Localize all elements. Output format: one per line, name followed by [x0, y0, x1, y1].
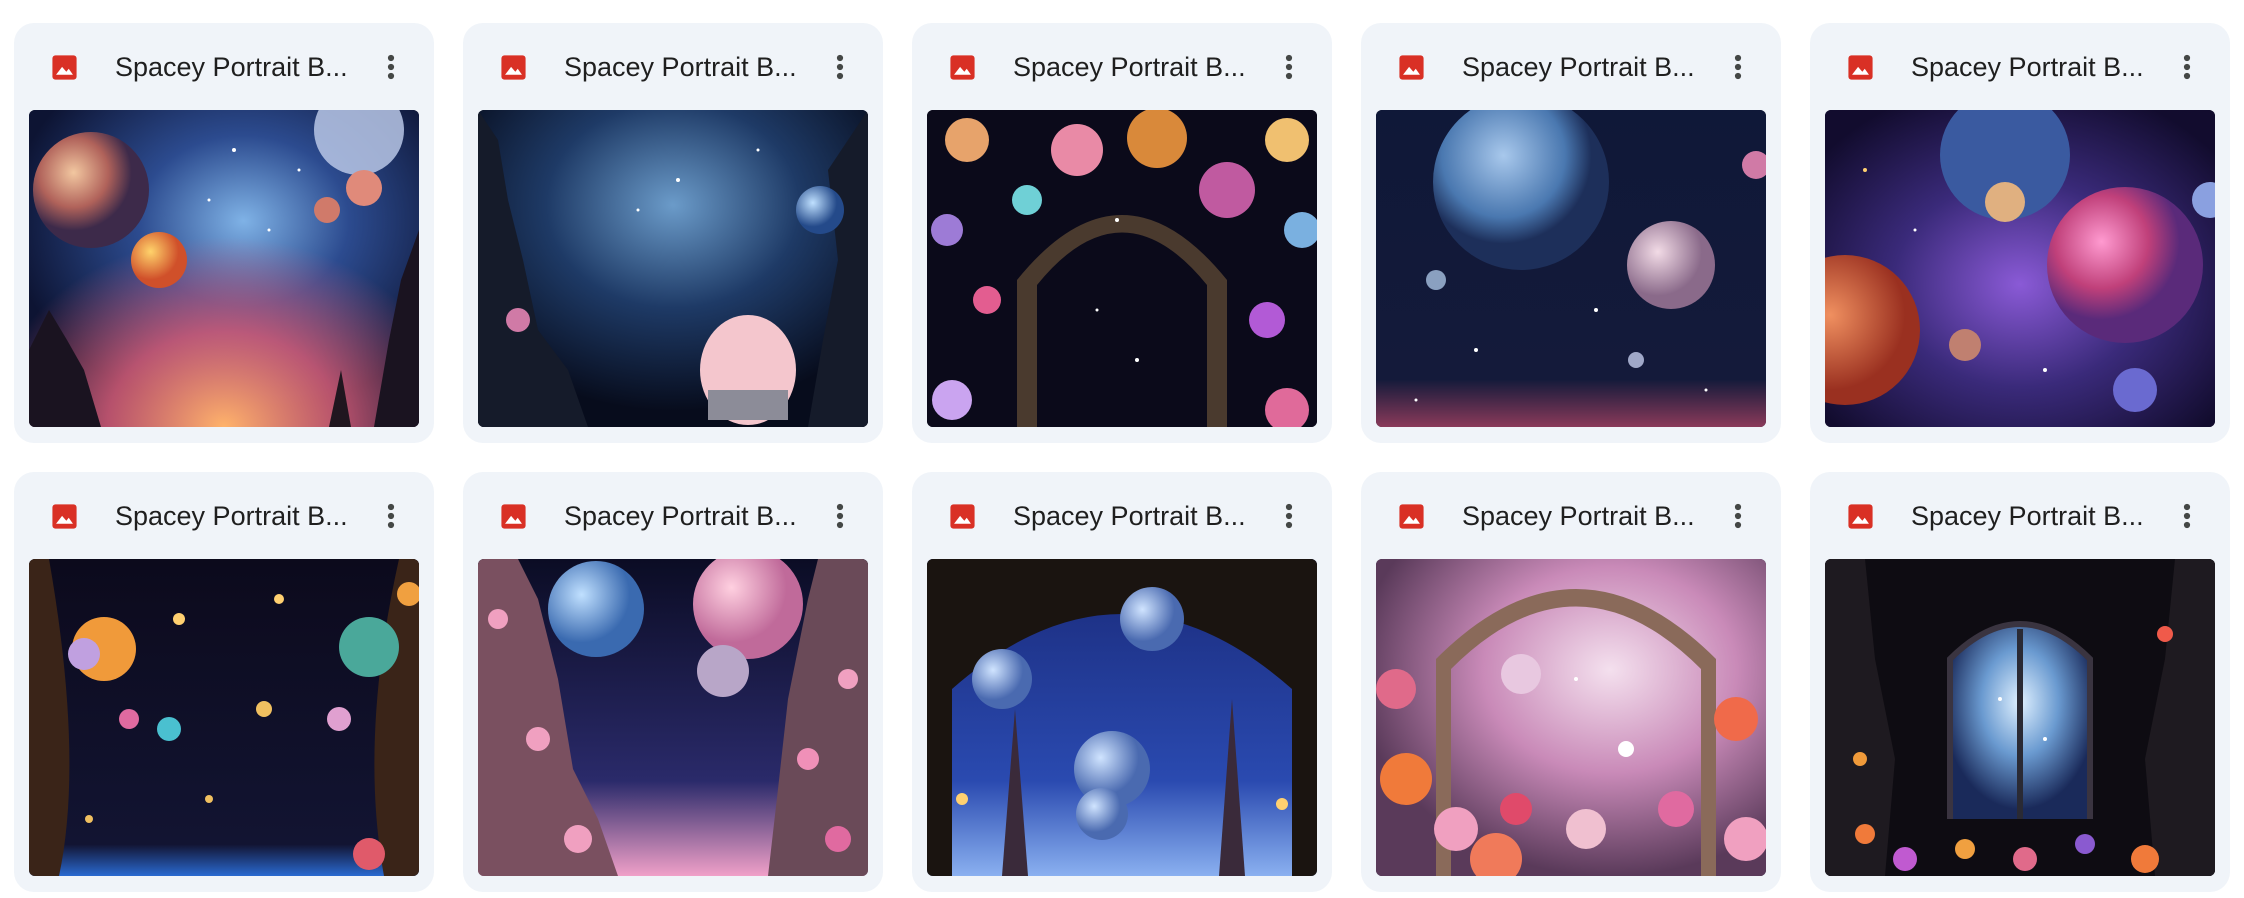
- image-file-icon: [52, 504, 77, 529]
- more-vertical-icon: [836, 503, 844, 529]
- thumbnail-image: [478, 559, 868, 876]
- more-options-button[interactable]: [819, 46, 861, 88]
- file-card-header: Spacey Portrait B...: [14, 23, 434, 110]
- image-file-icon: [1848, 504, 1873, 529]
- thumbnail-image: [478, 110, 868, 427]
- more-vertical-icon: [1734, 54, 1742, 80]
- file-thumbnail[interactable]: [29, 110, 419, 427]
- file-card[interactable]: Spacey Portrait B...: [463, 472, 883, 892]
- file-card[interactable]: Spacey Portrait B...: [1361, 23, 1781, 443]
- more-options-button[interactable]: [2166, 495, 2208, 537]
- file-thumbnail[interactable]: [478, 559, 868, 876]
- file-name: Spacey Portrait B...: [1013, 501, 1246, 531]
- file-thumbnail[interactable]: [927, 110, 1317, 427]
- more-options-button[interactable]: [819, 495, 861, 537]
- more-vertical-icon: [2183, 54, 2191, 80]
- more-vertical-icon: [1285, 503, 1293, 529]
- file-thumbnail[interactable]: [1376, 110, 1766, 427]
- file-card[interactable]: Spacey Portrait B...: [1810, 23, 2230, 443]
- file-name: Spacey Portrait B...: [1911, 501, 2144, 531]
- image-file-icon: [950, 55, 975, 80]
- more-options-button[interactable]: [2166, 46, 2208, 88]
- image-file-icon: [950, 504, 975, 529]
- more-vertical-icon: [1285, 54, 1293, 80]
- image-file-icon: [1399, 55, 1424, 80]
- file-name: Spacey Portrait B...: [115, 501, 348, 531]
- file-thumbnail[interactable]: [927, 559, 1317, 876]
- image-file-icon: [1848, 55, 1873, 80]
- more-vertical-icon: [1734, 503, 1742, 529]
- file-card-header: Spacey Portrait B...: [1361, 23, 1781, 110]
- thumbnail-image: [1376, 110, 1766, 427]
- file-name: Spacey Portrait B...: [1462, 501, 1695, 531]
- file-thumbnail[interactable]: [29, 559, 419, 876]
- file-grid: Spacey Portrait B... Spacey Portrait B..…: [14, 23, 2230, 892]
- file-name: Spacey Portrait B...: [564, 501, 797, 531]
- file-name: Spacey Portrait B...: [115, 52, 348, 82]
- file-card-header: Spacey Portrait B...: [912, 23, 1332, 110]
- file-card-header: Spacey Portrait B...: [463, 23, 883, 110]
- file-card-header: Spacey Portrait B...: [1810, 23, 2230, 110]
- thumbnail-image: [1376, 559, 1766, 876]
- image-file-icon: [501, 55, 526, 80]
- file-card-header: Spacey Portrait B...: [463, 472, 883, 559]
- file-card-header: Spacey Portrait B...: [1810, 472, 2230, 559]
- more-vertical-icon: [2183, 503, 2191, 529]
- more-options-button[interactable]: [1717, 495, 1759, 537]
- file-thumbnail[interactable]: [1376, 559, 1766, 876]
- file-card[interactable]: Spacey Portrait B...: [463, 23, 883, 443]
- thumbnail-image: [927, 559, 1317, 876]
- more-vertical-icon: [387, 54, 395, 80]
- file-card-header: Spacey Portrait B...: [14, 472, 434, 559]
- image-file-icon: [1399, 504, 1424, 529]
- more-options-button[interactable]: [1268, 46, 1310, 88]
- file-name: Spacey Portrait B...: [564, 52, 797, 82]
- file-card-header: Spacey Portrait B...: [1361, 472, 1781, 559]
- thumbnail-image: [1825, 110, 2215, 427]
- thumbnail-image: [1825, 559, 2215, 876]
- file-card[interactable]: Spacey Portrait B...: [14, 23, 434, 443]
- file-card[interactable]: Spacey Portrait B...: [912, 472, 1332, 892]
- more-options-button[interactable]: [1268, 495, 1310, 537]
- file-card[interactable]: Spacey Portrait B...: [1810, 472, 2230, 892]
- image-file-icon: [501, 504, 526, 529]
- file-thumbnail[interactable]: [1825, 559, 2215, 876]
- thumbnail-image: [927, 110, 1317, 427]
- more-vertical-icon: [836, 54, 844, 80]
- more-options-button[interactable]: [370, 46, 412, 88]
- thumbnail-image: [29, 559, 419, 876]
- more-vertical-icon: [387, 503, 395, 529]
- file-name: Spacey Portrait B...: [1013, 52, 1246, 82]
- file-thumbnail[interactable]: [478, 110, 868, 427]
- image-file-icon: [52, 55, 77, 80]
- more-options-button[interactable]: [1717, 46, 1759, 88]
- thumbnail-image: [29, 110, 419, 427]
- file-name: Spacey Portrait B...: [1462, 52, 1695, 82]
- file-name: Spacey Portrait B...: [1911, 52, 2144, 82]
- file-card-header: Spacey Portrait B...: [912, 472, 1332, 559]
- file-card[interactable]: Spacey Portrait B...: [14, 472, 434, 892]
- more-options-button[interactable]: [370, 495, 412, 537]
- file-card[interactable]: Spacey Portrait B...: [1361, 472, 1781, 892]
- file-card[interactable]: Spacey Portrait B...: [912, 23, 1332, 443]
- file-thumbnail[interactable]: [1825, 110, 2215, 427]
